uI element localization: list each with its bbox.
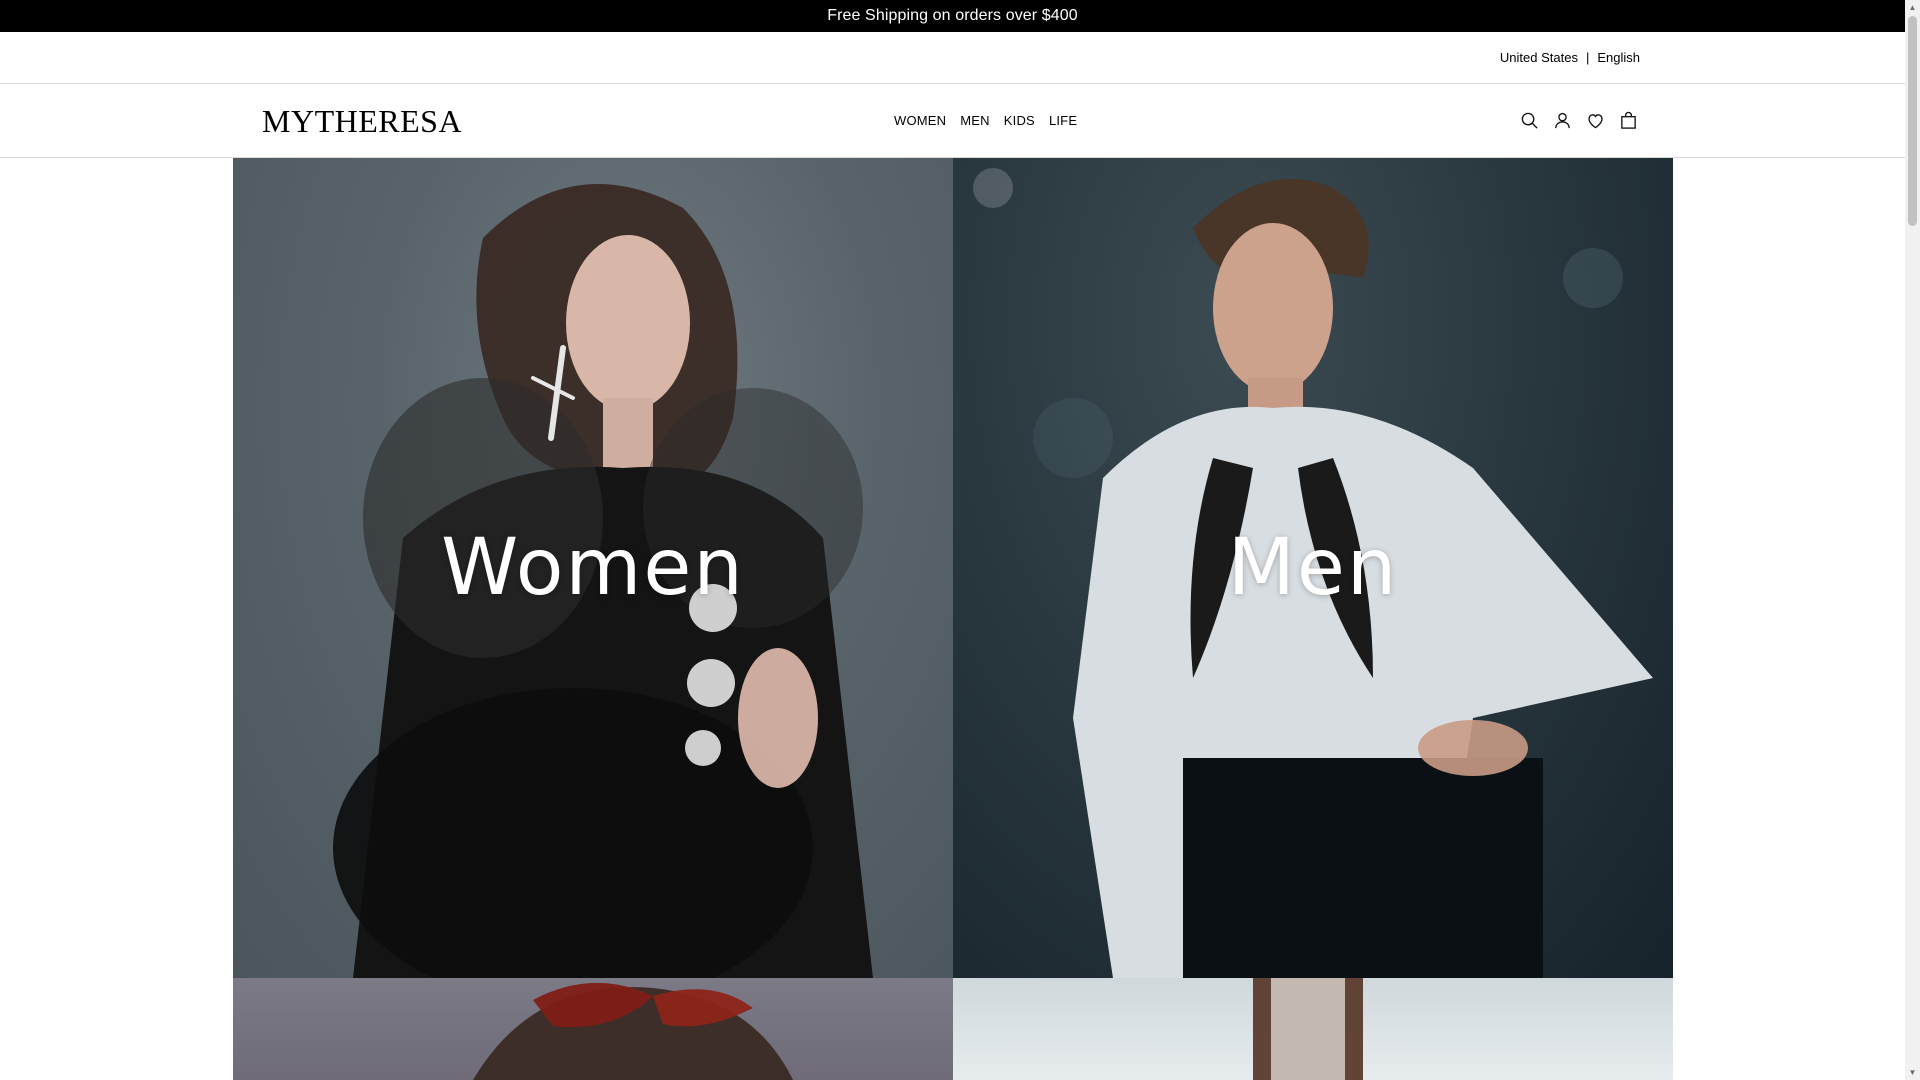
account-icon[interactable] <box>1553 111 1572 130</box>
lower-right-image <box>1253 978 1363 1080</box>
scrollbar-thumb[interactable] <box>1908 16 1917 226</box>
women-category-tile[interactable]: Women <box>233 158 953 978</box>
language-link[interactable]: English <box>1597 50 1640 65</box>
vertical-scrollbar[interactable]: ▲ ▼ <box>1905 0 1920 1080</box>
locale-separator: | <box>1585 50 1590 65</box>
header-icons <box>1520 84 1638 157</box>
main-nav: WOMEN MEN KIDS LIFE <box>894 84 1077 157</box>
lower-right-tile[interactable] <box>953 978 1673 1080</box>
locale-selector[interactable]: United States | English <box>1500 32 1640 83</box>
main-header: MYTHERESA WOMEN MEN KIDS LIFE <box>0 84 1905 158</box>
promo-banner[interactable]: Free Shipping on orders over $400 <box>0 0 1905 32</box>
nav-life[interactable]: LIFE <box>1049 113 1077 128</box>
shopping-bag-icon[interactable] <box>1619 111 1638 130</box>
search-icon[interactable] <box>1520 111 1539 130</box>
wishlist-heart-icon[interactable] <box>1586 111 1605 130</box>
lower-left-image <box>473 982 793 1080</box>
utility-bar: United States | English <box>0 32 1905 84</box>
nav-kids[interactable]: KIDS <box>1004 113 1035 128</box>
page: Free Shipping on orders over $400 United… <box>0 0 1905 1080</box>
lower-left-tile[interactable] <box>233 978 953 1080</box>
logo-text[interactable]: MYTHERESA <box>262 103 462 140</box>
men-category-tile[interactable]: Men <box>953 158 1673 978</box>
scroll-down-icon[interactable]: ▼ <box>1905 1065 1920 1080</box>
women-tile-label[interactable]: Women <box>233 158 953 978</box>
men-tile-label[interactable]: Men <box>953 158 1673 978</box>
nav-women[interactable]: WOMEN <box>894 113 946 128</box>
country-link[interactable]: United States <box>1500 50 1578 65</box>
scroll-up-icon[interactable]: ▲ <box>1905 0 1920 15</box>
promo-text[interactable]: Free Shipping on orders over $400 <box>827 7 1078 25</box>
site-logo[interactable]: MYTHERESA <box>262 101 467 141</box>
nav-men[interactable]: MEN <box>960 113 990 128</box>
